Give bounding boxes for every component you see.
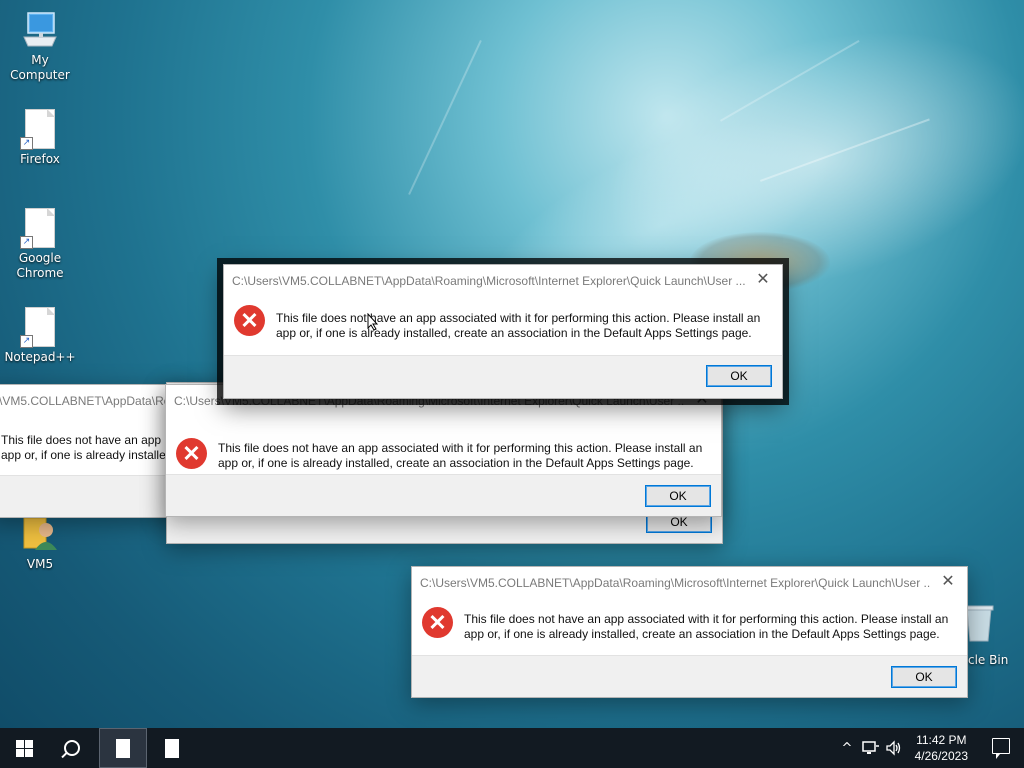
- mouse-cursor-icon: [367, 313, 379, 331]
- shortcut-arrow-icon: ↗: [20, 236, 33, 249]
- wallpaper-light-ray: [408, 40, 482, 195]
- desktop-icon-firefox[interactable]: ↗ Firefox: [0, 109, 80, 167]
- error-dialog[interactable]: \VM5.COLLABNET\AppData\Ro This file does…: [0, 384, 182, 518]
- desktop-icon-label: cle Bin: [968, 653, 1009, 667]
- desktop-icon-label: Firefox: [20, 152, 60, 166]
- dialog-title: C:\Users\VM5.COLLABNET\AppData\Roaming\M…: [420, 576, 931, 590]
- dialog-message: This file does not have an app associate…: [218, 441, 703, 470]
- desktop-icon-label: My Computer: [10, 53, 70, 82]
- desktop-icon-my-computer[interactable]: My Computer: [0, 10, 80, 83]
- computer-icon: [23, 12, 57, 47]
- taskbar-item-active[interactable]: [99, 728, 147, 768]
- clock-time: 11:42 PM: [916, 733, 967, 747]
- dialog-message: This file does not have an app associate…: [276, 311, 761, 340]
- file-icon: ↗: [20, 208, 55, 249]
- dialog-footer: OK: [412, 655, 967, 697]
- dialog-message-line: This file does not have an app a: [1, 433, 172, 447]
- error-icon: ✕: [176, 438, 207, 469]
- error-dialog[interactable]: C:\Users\VM5.COLLABNET\AppData\Roaming\M…: [165, 384, 722, 517]
- ok-button[interactable]: OK: [891, 666, 957, 688]
- dialog-message: This file does not have an app associate…: [464, 612, 949, 641]
- file-icon: ↗: [20, 307, 55, 348]
- network-icon[interactable]: [862, 740, 880, 756]
- error-dialog-active[interactable]: C:\Users\VM5.COLLABNET\AppData\Roaming\M…: [223, 264, 783, 399]
- search-icon: [64, 740, 80, 756]
- search-button[interactable]: [48, 728, 96, 768]
- dialog-title: C:\Users\VM5.COLLABNET\AppData\Roaming\M…: [232, 274, 746, 288]
- desktop-icon-vm5[interactable]: VM5: [0, 514, 80, 572]
- close-icon[interactable]: ✕: [754, 271, 772, 289]
- shortcut-arrow-icon: ↗: [20, 137, 33, 150]
- dialog-message: This file does not have an app a app or,…: [1, 433, 181, 463]
- volume-icon[interactable]: [886, 740, 902, 756]
- error-icon: ✕: [234, 305, 265, 336]
- clock-date: 4/26/2023: [914, 749, 968, 763]
- dialog-message-line: app or, if one is already installed: [1, 448, 173, 462]
- error-dialog[interactable]: C:\Users\VM5.COLLABNET\AppData\Roaming\M…: [411, 566, 968, 698]
- taskbar-item[interactable]: [148, 728, 196, 768]
- dialog-footer: [0, 475, 181, 517]
- system-tray: ^: [838, 728, 902, 768]
- taskbar: ^ 11:42 PM 4/26/2023: [0, 728, 1024, 768]
- shortcut-arrow-icon: ↗: [20, 335, 33, 348]
- file-icon: [116, 738, 130, 758]
- close-icon[interactable]: ✕: [939, 573, 957, 591]
- ok-button[interactable]: OK: [645, 485, 711, 507]
- desktop-icon-notepad-plus-plus[interactable]: ↗ Notepad++: [0, 307, 80, 365]
- dialog-title: \VM5.COLLABNET\AppData\Ro: [0, 394, 171, 408]
- desktop-icon-label: Notepad++: [4, 350, 76, 364]
- ok-button[interactable]: OK: [706, 365, 772, 387]
- desktop-icon-label: VM5: [26, 557, 54, 571]
- dialog-footer: OK: [224, 355, 782, 398]
- file-icon: [165, 738, 179, 758]
- taskbar-clock[interactable]: 11:42 PM 4/26/2023: [915, 732, 968, 764]
- file-icon: ↗: [20, 109, 55, 150]
- dialog-footer: OK: [166, 474, 721, 516]
- error-icon: ✕: [422, 607, 453, 638]
- start-button[interactable]: [0, 728, 48, 768]
- user-folder-icon: [23, 517, 57, 550]
- notification-center-icon[interactable]: [992, 738, 1010, 759]
- windows-logo-icon: [15, 739, 33, 757]
- desktop-icon-label: Google Chrome: [16, 251, 64, 280]
- desktop-icon-google-chrome[interactable]: ↗ Google Chrome: [0, 208, 80, 281]
- chevron-up-icon[interactable]: ^: [838, 741, 856, 756]
